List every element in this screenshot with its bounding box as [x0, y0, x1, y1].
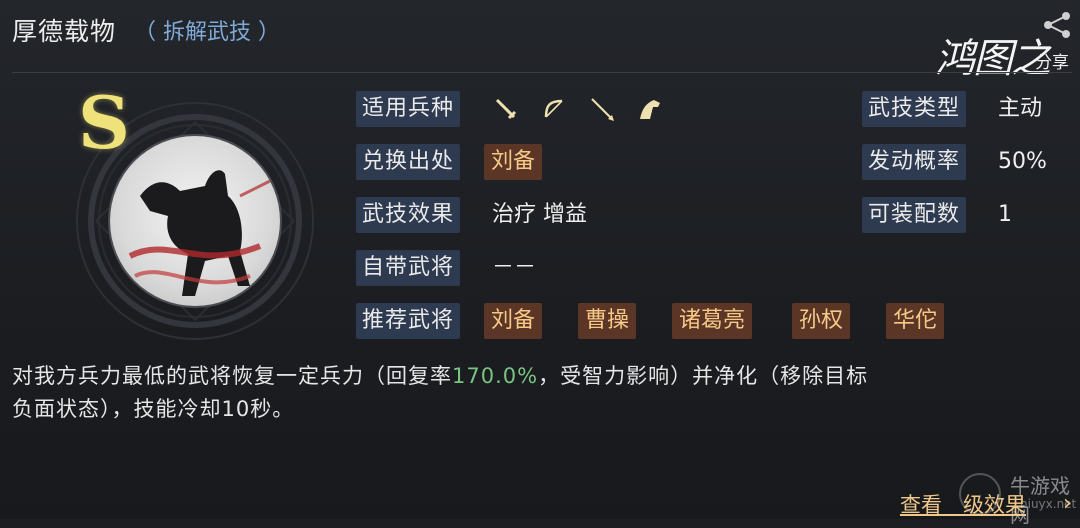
source-tag[interactable]: 刘备 [484, 144, 543, 180]
disassemble-skill-link[interactable]: （ 拆解武技 ） [134, 14, 280, 46]
skill-title: 厚德载物 [12, 17, 117, 46]
recommended-general-4[interactable]: 孙权 [792, 303, 851, 339]
effect-value: 治疗 增益 [492, 202, 587, 227]
skill-portrait-frame: S [62, 80, 342, 342]
recommended-general-2[interactable]: 曹操 [578, 303, 637, 339]
recommend-general-label: 推荐武将 [356, 303, 461, 339]
own-general-label: 自带武将 [356, 250, 461, 286]
recovery-rate-highlight: 170.0% [452, 364, 539, 388]
effect-label: 武技效果 [356, 197, 461, 233]
own-general-value: －－ [492, 255, 537, 280]
horseman-image [128, 170, 271, 296]
recommended-general-3[interactable]: 诸葛亮 [672, 303, 753, 339]
chevron-right-icon[interactable]: › [1063, 491, 1072, 516]
share-label[interactable]: 分享 [1035, 48, 1069, 73]
sword-icon [495, 98, 517, 120]
recommended-general-5[interactable]: 华佗 [886, 303, 945, 339]
view-level-effect-link[interactable]: 查看 级效果 [900, 489, 1026, 519]
brand-logo-text: 鸿图之 [935, 36, 1051, 82]
skill-type-label: 武技类型 [862, 91, 967, 127]
view-link-rest: 级效果 [963, 493, 1026, 517]
spear-icon [591, 98, 614, 121]
source-label: 兑换出处 [356, 144, 461, 180]
brand-logo: 鸿图之 分享 [935, 26, 1075, 86]
skill-type-value: 主动 [998, 96, 1043, 121]
header-divider [12, 72, 1072, 73]
description-text-3: 负面状态），技能冷却10秒。 [12, 397, 295, 421]
skill-grade: S [78, 80, 130, 165]
equip-count-value: 1 [998, 202, 1012, 227]
description-text-2: ，受智力影响）并净化（移除目标 [538, 364, 869, 388]
trigger-rate-value: 50% [998, 149, 1047, 174]
equip-count-label: 可装配数 [862, 197, 967, 233]
skill-description: 对我方兵力最低的武将恢复一定兵力（回复率170.0%，受智力影响）并净化（移除目… [12, 360, 1067, 426]
description-text-1: 对我方兵力最低的武将恢复一定兵力（回复率 [12, 364, 452, 388]
horse-icon [640, 100, 660, 119]
skill-panel: 厚德载物 （ 拆解武技 ） 鸿图之 分享 S 适用兵种 兑换出处 武技效果 自带… [0, 0, 1080, 527]
recommended-general-1[interactable]: 刘备 [484, 303, 543, 339]
skill-portrait [110, 136, 280, 306]
view-link-text: 查看 [900, 493, 942, 517]
troop-type-label: 适用兵种 [356, 91, 461, 127]
bow-icon [544, 99, 563, 118]
trigger-rate-label: 发动概率 [862, 144, 967, 180]
